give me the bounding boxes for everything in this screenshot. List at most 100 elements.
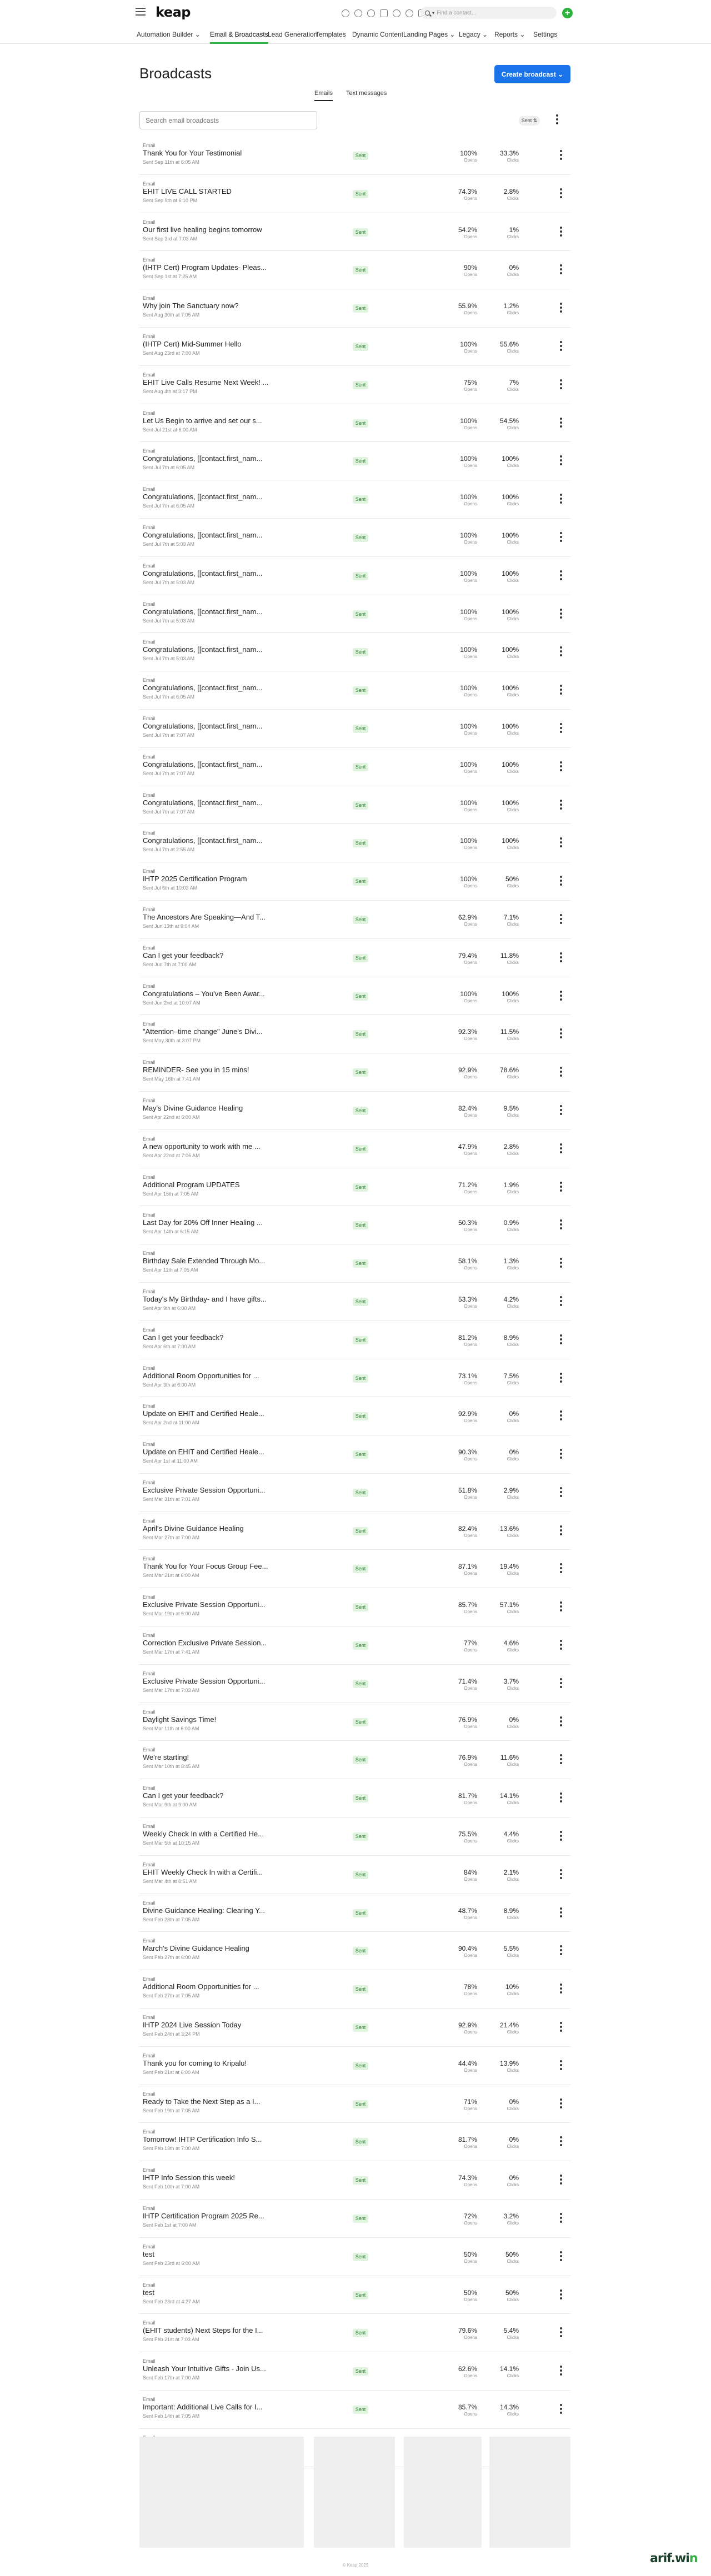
broadcast-subject[interactable]: Congratulations, [[contact.first_nam...: [143, 607, 276, 616]
row-more-options-icon[interactable]: [557, 2060, 565, 2071]
broadcast-row[interactable]: Email Can I get your feedback? Sent Apr …: [139, 1321, 570, 1359]
row-more-options-icon[interactable]: [557, 2366, 565, 2377]
broadcast-row[interactable]: Email Additional Room Opportunities for …: [139, 1970, 570, 2009]
broadcast-row[interactable]: Email Today's My Birthday- and I have gi…: [139, 1283, 570, 1321]
broadcast-row[interactable]: Email (EHIT students) Next Steps for the…: [139, 2314, 570, 2353]
broadcast-row[interactable]: Email Congratulations, [[contact.first_n…: [139, 557, 570, 595]
row-more-options-icon[interactable]: [557, 1754, 565, 1765]
broadcast-subject[interactable]: A new opportunity to work with me ...: [143, 1142, 276, 1151]
broadcast-row[interactable]: Email Congratulations, [[contact.first_n…: [139, 633, 570, 672]
broadcast-row[interactable]: Email Can I get your feedback? Sent Jun …: [139, 939, 570, 977]
nav-lead-generation[interactable]: Lead Generation: [268, 26, 317, 44]
broadcast-row[interactable]: Email Unleash Your Intuitive Gifts - Joi…: [139, 2352, 570, 2391]
nav-email-broadcasts[interactable]: Email & Broadcasts: [210, 26, 268, 44]
broadcast-row[interactable]: Email Why join The Sanctuary now? Sent A…: [139, 289, 570, 328]
broadcast-row[interactable]: Email Exclusive Private Session Opportun…: [139, 1588, 570, 1627]
nav-legacy[interactable]: Legacy ⌄: [459, 26, 488, 44]
broadcast-subject[interactable]: (EHIT students) Next Steps for the I...: [143, 2326, 276, 2334]
broadcast-row[interactable]: Email Last Day for 20% Off Inner Healing…: [139, 1206, 570, 1245]
broadcast-subject[interactable]: IHTP Info Session this week!: [143, 2173, 276, 2182]
row-more-options-icon[interactable]: [557, 1258, 565, 1269]
row-more-options-icon[interactable]: [557, 2404, 565, 2415]
nav-settings[interactable]: Settings: [533, 26, 557, 44]
broadcast-subject[interactable]: Daylight Savings Time!: [143, 1715, 276, 1724]
broadcast-subject[interactable]: May's Divine Guidance Healing: [143, 1104, 276, 1112]
broadcast-row[interactable]: Email May's Divine Guidance Healing Sent…: [139, 1092, 570, 1130]
broadcast-subject[interactable]: Additional Room Opportunities for ...: [143, 1372, 276, 1380]
row-more-options-icon[interactable]: [557, 1410, 565, 1422]
row-more-options-icon[interactable]: [557, 1831, 565, 1842]
calendar-icon[interactable]: [393, 9, 400, 17]
clock-icon[interactable]: [354, 9, 362, 17]
broadcast-subject[interactable]: Thank You for Your Focus Group Fee...: [143, 1562, 276, 1570]
row-more-options-icon[interactable]: [557, 1678, 565, 1689]
broadcast-subject[interactable]: Today's My Birthday- and I have gifts...: [143, 1295, 276, 1303]
broadcast-row[interactable]: Email REMINDER- See you in 15 mins! Sent…: [139, 1053, 570, 1092]
broadcast-subject[interactable]: Congratulations, [[contact.first_nam...: [143, 760, 276, 769]
broadcast-row[interactable]: Email Weekly Check In with a Certified H…: [139, 1817, 570, 1856]
broadcast-subject[interactable]: Exclusive Private Session Opportuni...: [143, 1486, 276, 1494]
broadcast-subject[interactable]: Can I get your feedback?: [143, 1333, 276, 1342]
broadcast-subject[interactable]: Congratulations, [[contact.first_nam...: [143, 454, 276, 463]
broadcast-row[interactable]: Email Congratulations, [[contact.first_n…: [139, 671, 570, 710]
row-more-options-icon[interactable]: [557, 303, 565, 314]
broadcast-subject[interactable]: Last Day for 20% Off Inner Healing ...: [143, 1218, 276, 1227]
broadcast-row[interactable]: Email Thank You for Your Focus Group Fee…: [139, 1550, 570, 1589]
create-broadcast-button[interactable]: Create broadcast ⌄: [494, 65, 570, 83]
row-more-options-icon[interactable]: [557, 1525, 565, 1536]
broadcast-subject[interactable]: test: [143, 2250, 276, 2258]
broadcast-row[interactable]: Email We're starting! Sent Mar 10th at 8…: [139, 1741, 570, 1780]
broadcast-subject[interactable]: EHIT Weekly Check In with a Certifi...: [143, 1868, 276, 1876]
user-icon[interactable]: [405, 9, 413, 17]
broadcast-row[interactable]: Email Ready to Take the Next Step as a I…: [139, 2085, 570, 2123]
broadcast-row[interactable]: Email Congratulations, [[contact.first_n…: [139, 442, 570, 481]
broadcast-subject[interactable]: Birthday Sale Extended Through Mo...: [143, 1257, 276, 1265]
row-more-options-icon[interactable]: [557, 494, 565, 505]
broadcast-row[interactable]: Email test Sent Feb 23rd at 4:27 AM Sent…: [139, 2276, 570, 2314]
broadcast-subject[interactable]: Unleash Your Intuitive Gifts - Join Us..…: [143, 2364, 276, 2373]
hamburger-menu-icon[interactable]: [136, 8, 146, 16]
row-more-options-icon[interactable]: [557, 1449, 565, 1460]
broadcast-subject[interactable]: REMINDER- See you in 15 mins!: [143, 1066, 276, 1074]
broadcast-row[interactable]: Email "Attention–time change" June's Div…: [139, 1015, 570, 1054]
broadcast-row[interactable]: Email The Ancestors Are Speaking—And T..…: [139, 901, 570, 939]
nav-dynamic-content[interactable]: Dynamic Content: [352, 26, 403, 44]
broadcast-row[interactable]: Email Congratulations, [[contact.first_n…: [139, 480, 570, 519]
broadcast-subject[interactable]: Congratulations, [[contact.first_nam...: [143, 645, 276, 654]
broadcast-subject[interactable]: EHIT LIVE CALL STARTED: [143, 187, 276, 195]
broadcast-subject[interactable]: Exclusive Private Session Opportuni...: [143, 1677, 276, 1685]
broadcast-subject[interactable]: EHIT Live Calls Resume Next Week! ...: [143, 378, 276, 386]
broadcast-row[interactable]: Email Update on EHIT and Certified Heale…: [139, 1435, 570, 1474]
messages-icon[interactable]: [380, 9, 388, 17]
nav-reports[interactable]: Reports ⌄: [494, 26, 525, 44]
broadcast-subject[interactable]: April's Divine Guidance Healing: [143, 1524, 276, 1533]
row-more-options-icon[interactable]: [557, 340, 565, 352]
broadcast-row[interactable]: Email EHIT Live Calls Resume Next Week! …: [139, 366, 570, 404]
row-more-options-icon[interactable]: [557, 2022, 565, 2033]
broadcast-subject[interactable]: (IHTP Cert) Mid-Summer Hello: [143, 340, 276, 348]
keap-logo[interactable]: keap: [156, 4, 191, 20]
row-more-options-icon[interactable]: [557, 876, 565, 887]
row-more-options-icon[interactable]: [557, 1984, 565, 1995]
broadcast-row[interactable]: Email Important: Additional Live Calls f…: [139, 2391, 570, 2429]
broadcast-row[interactable]: Email Additional Program UPDATES Sent Ap…: [139, 1168, 570, 1207]
broadcast-subject[interactable]: Update on EHIT and Certified Heale...: [143, 1409, 276, 1418]
broadcast-subject[interactable]: Correction Exclusive Private Session...: [143, 1639, 276, 1647]
row-more-options-icon[interactable]: [557, 1563, 565, 1574]
broadcast-row[interactable]: Email Thank you for coming to Kripalu! S…: [139, 2047, 570, 2085]
broadcast-subject[interactable]: Can I get your feedback?: [143, 1791, 276, 1800]
row-more-options-icon[interactable]: [557, 1028, 565, 1040]
broadcast-row[interactable]: Email April's Divine Guidance Healing Se…: [139, 1512, 570, 1550]
broadcast-row[interactable]: Email Additional Room Opportunities for …: [139, 1359, 570, 1398]
broadcast-subject[interactable]: test: [143, 2288, 276, 2297]
row-more-options-icon[interactable]: [557, 1295, 565, 1307]
broadcast-row[interactable]: Email IHTP Info Session this week! Sent …: [139, 2161, 570, 2200]
broadcast-subject[interactable]: Weekly Check In with a Certified He...: [143, 1830, 276, 1838]
broadcast-row[interactable]: Email Daylight Savings Time! Sent Mar 11…: [139, 1703, 570, 1741]
broadcast-row[interactable]: Email (IHTP Cert) Program Updates- Pleas…: [139, 251, 570, 290]
search-email-broadcasts-input[interactable]: [139, 111, 317, 129]
row-more-options-icon[interactable]: [557, 2251, 565, 2262]
row-more-options-icon[interactable]: [557, 1601, 565, 1613]
row-more-options-icon[interactable]: [557, 150, 565, 161]
broadcast-row[interactable]: Email Tomorrow! IHTP Certification Info …: [139, 2123, 570, 2162]
